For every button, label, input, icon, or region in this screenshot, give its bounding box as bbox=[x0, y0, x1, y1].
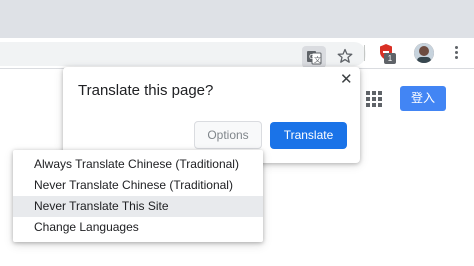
menu-item-never-translate-site[interactable]: Never Translate This Site bbox=[13, 196, 263, 217]
bookmark-star-icon[interactable] bbox=[337, 48, 353, 64]
kebab-menu-icon[interactable] bbox=[452, 44, 460, 62]
login-button[interactable]: 登入 bbox=[400, 86, 446, 111]
translate-icon[interactable]: G 文 bbox=[302, 46, 326, 68]
translate-bubble: Translate this page? ✕ Options Translate bbox=[63, 67, 360, 163]
address-bar[interactable]: G 文 bbox=[0, 42, 366, 68]
menu-item-never-translate-language[interactable]: Never Translate Chinese (Traditional) bbox=[13, 175, 263, 196]
bubble-title: Translate this page? bbox=[78, 82, 214, 99]
close-icon[interactable]: ✕ bbox=[340, 72, 353, 88]
toolbar-divider bbox=[364, 45, 365, 61]
menu-item-change-languages[interactable]: Change Languages bbox=[13, 217, 263, 238]
translate-options-menu: Always Translate Chinese (Traditional) N… bbox=[13, 150, 263, 242]
tab-strip bbox=[0, 0, 474, 38]
profile-avatar[interactable] bbox=[414, 43, 434, 63]
browser-toolbar: G 文 1 bbox=[0, 38, 474, 69]
apps-grid-icon[interactable] bbox=[366, 91, 382, 107]
svg-text:文: 文 bbox=[314, 55, 321, 64]
extension-badge: 1 bbox=[384, 53, 396, 64]
menu-item-always-translate[interactable]: Always Translate Chinese (Traditional) bbox=[13, 154, 263, 175]
translate-button[interactable]: Translate bbox=[270, 122, 347, 149]
options-button[interactable]: Options bbox=[194, 121, 262, 149]
